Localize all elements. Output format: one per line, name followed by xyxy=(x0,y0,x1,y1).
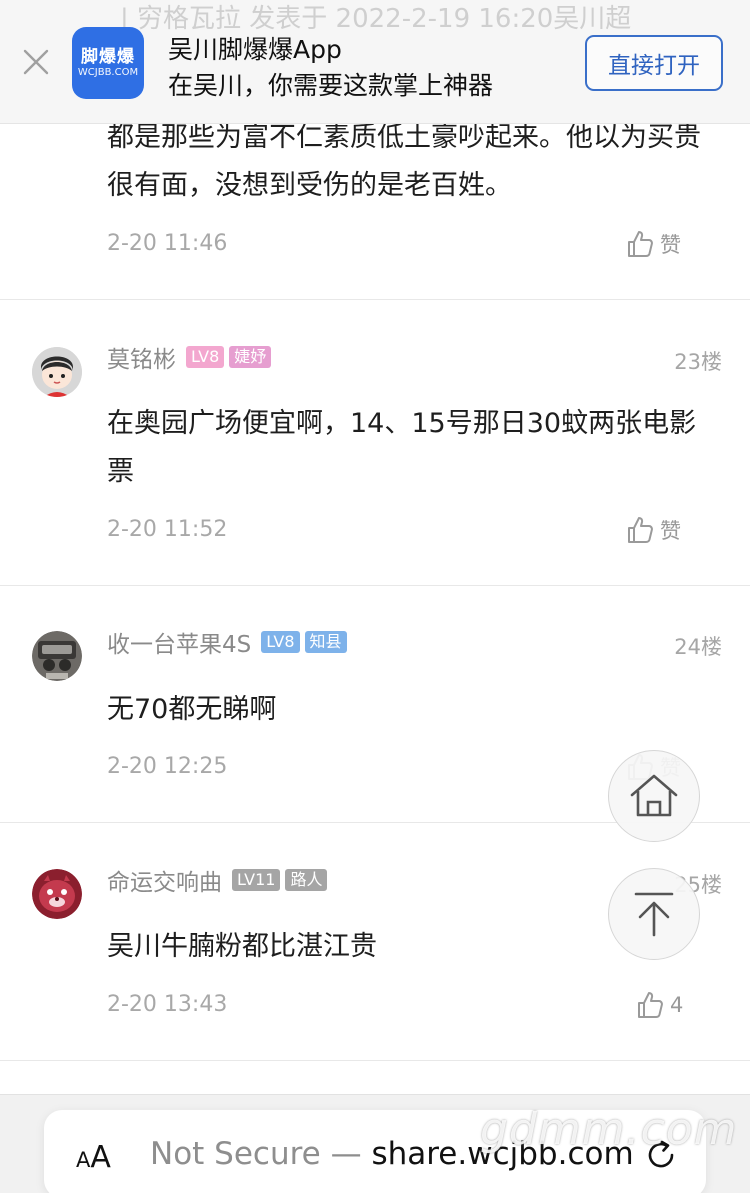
close-icon[interactable] xyxy=(20,46,52,78)
level-badge: LV8 xyxy=(261,631,300,653)
floor-number: 23楼 xyxy=(674,350,722,374)
like-label: 赞 xyxy=(660,519,681,543)
avatar[interactable] xyxy=(32,347,82,397)
comment-meta: 莫铭彬 LV8 婕妤 xyxy=(107,340,276,374)
username[interactable]: 莫铭彬 xyxy=(107,340,176,374)
level-badge: LV11 xyxy=(232,869,281,891)
security-status: Not Secure — xyxy=(150,1136,372,1172)
role-badge: 婕妤 xyxy=(229,346,272,368)
username[interactable]: 命运交响曲 xyxy=(107,863,222,897)
back-to-top-button[interactable] xyxy=(608,868,700,960)
reader-settings-button[interactable]: AA xyxy=(76,1140,111,1175)
aa-big: A xyxy=(90,1140,111,1175)
open-app-button[interactable]: 直接打开 xyxy=(585,35,723,91)
like-button[interactable]: 4 xyxy=(636,990,683,1020)
comment-item: 莫铭彬 LV8 婕妤 23楼 在奥园广场便宜啊，14、15号那日30蚊两张电影票… xyxy=(0,300,750,586)
site-watermark: gdmm.com xyxy=(480,1104,738,1155)
comment-text: 无70都无睇啊 xyxy=(107,694,277,725)
app-download-banner: | 穷格瓦拉 发表于 2022-2-19 16:20吴川超 脚爆爆 WCJBB.… xyxy=(0,0,750,124)
thumbs-up-icon xyxy=(628,517,653,543)
avatar[interactable] xyxy=(32,631,82,681)
comment-meta: 命运交响曲 LV11 路人 xyxy=(107,863,332,897)
comment-time: 2-20 11:46 xyxy=(107,231,228,256)
home-button[interactable] xyxy=(608,750,700,842)
floor-number: 24楼 xyxy=(674,635,722,659)
app-title: 吴川脚爆爆App xyxy=(168,35,342,64)
avatar[interactable] xyxy=(32,869,82,919)
thumbs-up-icon xyxy=(628,231,653,257)
home-icon xyxy=(630,774,678,817)
role-badge: 路人 xyxy=(285,869,328,891)
aa-small: A xyxy=(76,1148,91,1172)
comment-text: 在奥园广场便宜啊，14、15号那日30蚊两张电影票 xyxy=(107,408,697,487)
app-logo-domain: WCJBB.COM xyxy=(77,67,139,78)
comment-time: 2-20 13:43 xyxy=(107,992,228,1017)
comment-meta: 收一台苹果4S LV8 知县 xyxy=(107,625,352,659)
role-badge: 知县 xyxy=(304,631,347,653)
thumbs-up-icon xyxy=(638,992,663,1018)
username[interactable]: 收一台苹果4S xyxy=(107,625,251,659)
back-to-top-icon xyxy=(634,892,674,937)
like-button[interactable]: 赞 xyxy=(626,515,681,545)
like-button[interactable]: 赞 xyxy=(626,229,681,259)
like-count: 4 xyxy=(670,993,684,1017)
comment-time: 2-20 11:52 xyxy=(107,517,228,542)
app-logo-wordmark: 脚爆爆 xyxy=(81,47,135,67)
app-logo: 脚爆爆 WCJBB.COM xyxy=(72,27,144,99)
level-badge: LV8 xyxy=(186,346,225,368)
comment-text: 都是那些为富不仁素质低土豪吵起来。他以为买贵很有面，没想到受伤的是老百姓。 xyxy=(107,122,701,201)
comment-time: 2-20 12:25 xyxy=(107,754,228,779)
like-label: 赞 xyxy=(660,233,681,257)
app-subtitle: 在吴川，你需要这款掌上神器 xyxy=(168,71,494,100)
